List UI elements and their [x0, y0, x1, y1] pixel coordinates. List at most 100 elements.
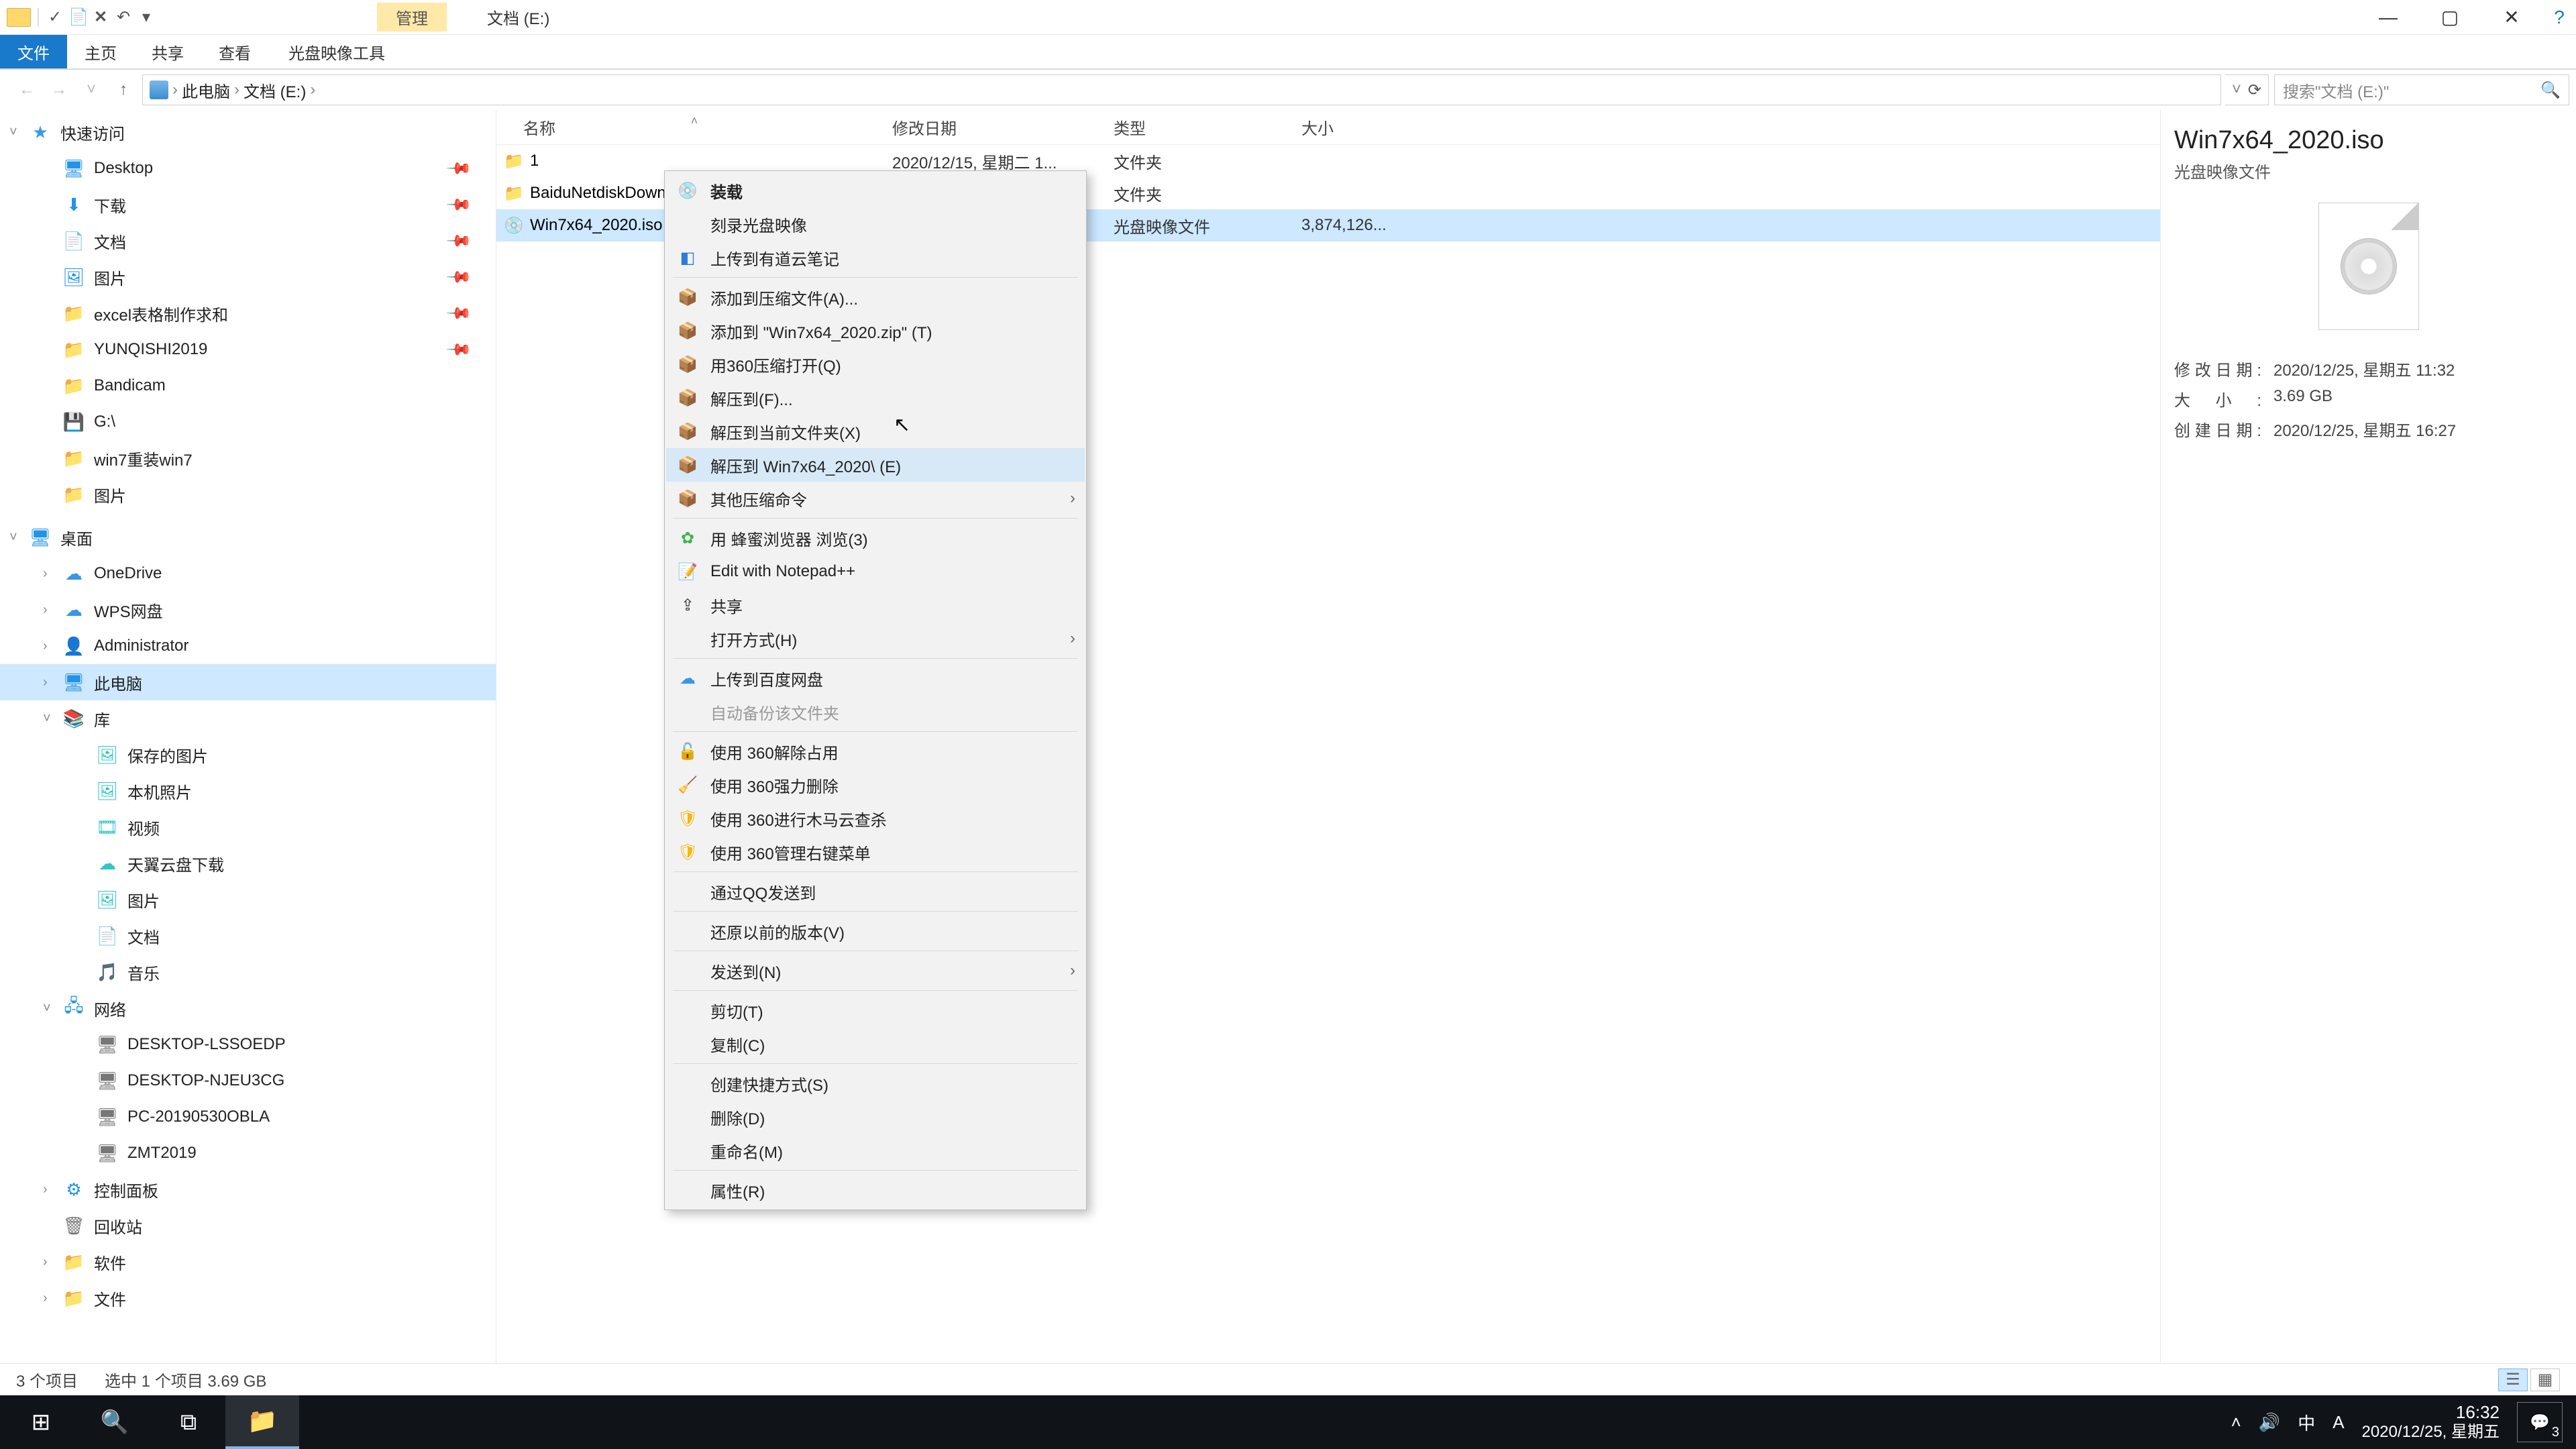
tree-recycle-bin[interactable]: 🗑回收站: [0, 1208, 496, 1244]
search-icon[interactable]: 🔍: [2540, 80, 2561, 100]
tree-network-pc2[interactable]: 🖥DESKTOP-NJEU3CG: [0, 1063, 496, 1099]
column-size[interactable]: 大小: [1301, 115, 1449, 139]
tree-software[interactable]: ›📁软件: [0, 1244, 496, 1280]
column-name[interactable]: ˄名称: [496, 115, 892, 139]
ctx-add-zip[interactable]: 📦添加到 "Win7x64_2020.zip" (T): [666, 314, 1085, 347]
tree-pictures[interactable]: 🖼图片📌: [0, 259, 496, 295]
refresh-button[interactable]: ⟳: [2248, 80, 2261, 100]
tree-pictures3[interactable]: 🖼图片: [0, 881, 496, 918]
ctx-cut[interactable]: 剪切(T): [666, 994, 1085, 1027]
tree-network-pc1[interactable]: 🖥DESKTOP-LSSOEDP: [0, 1026, 496, 1063]
ctx-other-zip[interactable]: 📦其他压缩命令›: [666, 482, 1085, 515]
tree-tianyi[interactable]: ☁天翼云盘下载: [0, 845, 496, 881]
ctx-send-to[interactable]: 发送到(N)›: [666, 954, 1085, 987]
ctx-copy[interactable]: 复制(C): [666, 1027, 1085, 1061]
ctx-delete[interactable]: 删除(D): [666, 1100, 1085, 1134]
ctx-360-force-delete[interactable]: 🧹使用 360强力删除: [666, 768, 1085, 802]
tree-saved-pictures[interactable]: 🖼保存的图片: [0, 737, 496, 773]
tree-videos[interactable]: 🎞视频: [0, 809, 496, 845]
tree-pictures2[interactable]: 📁图片: [0, 476, 496, 513]
ctx-notepadpp[interactable]: 📝Edit with Notepad++: [666, 555, 1085, 588]
file-list-pane[interactable]: ˄名称 修改日期 类型 大小 📁 1 2020/12/15, 星期二 1... …: [496, 110, 2160, 1363]
tree-desktop-root[interactable]: ˅🖥桌面: [0, 519, 496, 555]
column-type[interactable]: 类型: [1114, 115, 1301, 139]
qat-customize-icon[interactable]: ▾: [137, 7, 156, 27]
tree-network[interactable]: ˅🖧网络: [0, 990, 496, 1026]
nav-history-dropdown[interactable]: ˅: [78, 76, 105, 103]
tree-documents[interactable]: 📄文档📌: [0, 223, 496, 259]
tree-onedrive[interactable]: ›☁OneDrive: [0, 555, 496, 592]
column-headers[interactable]: ˄名称 修改日期 类型 大小: [496, 110, 2160, 145]
breadcrumb-dropdown-icon[interactable]: ˅: [2232, 80, 2241, 99]
ctx-rename[interactable]: 重命名(M): [666, 1134, 1085, 1167]
qat-delete-icon[interactable]: ✕: [91, 7, 110, 27]
breadcrumb-location[interactable]: 文档 (E:): [244, 78, 306, 102]
taskbar-search-button[interactable]: 🔍: [78, 1395, 152, 1449]
tray-ime-mode[interactable]: A: [2332, 1412, 2344, 1433]
tree-downloads[interactable]: ⬇下载📌: [0, 186, 496, 223]
tab-view[interactable]: 查看: [201, 35, 268, 68]
ctx-mount[interactable]: 💿装载: [666, 174, 1085, 207]
task-view-button[interactable]: ⧉: [152, 1395, 225, 1449]
qat-undo-icon[interactable]: ↶: [114, 7, 133, 27]
qat-properties-icon[interactable]: ✓: [46, 7, 64, 27]
maximize-button[interactable]: ▢: [2419, 0, 2481, 35]
ctx-qq-send[interactable]: 通过QQ发送到: [666, 875, 1085, 908]
nav-up-button[interactable]: ↑: [110, 76, 137, 103]
ctx-360-unlock[interactable]: 🔓使用 360解除占用: [666, 735, 1085, 768]
tree-yunqishi[interactable]: 📁YUNQISHI2019📌: [0, 331, 496, 368]
ctx-extract-named[interactable]: 📦解压到 Win7x64_2020\ (E): [666, 448, 1085, 482]
ctx-properties[interactable]: 属性(R): [666, 1173, 1085, 1207]
notification-center-button[interactable]: 💬 3: [2517, 1402, 2563, 1442]
tree-administrator[interactable]: ›👤Administrator: [0, 628, 496, 664]
search-box[interactable]: 搜索"文档 (E:)" 🔍: [2274, 74, 2569, 105]
ctx-add-archive[interactable]: 📦添加到压缩文件(A)...: [666, 280, 1085, 314]
tree-local-photos[interactable]: 🖼本机照片: [0, 773, 496, 809]
nav-forward-button[interactable]: →: [46, 76, 72, 103]
taskbar[interactable]: ⊞ 🔍 ⧉ 📁 ˄ 🔊 中 A 16:32 2020/12/25, 星期五 💬 …: [0, 1395, 2576, 1449]
nav-back-button[interactable]: ←: [13, 76, 40, 103]
tree-libraries[interactable]: ˅📚库: [0, 700, 496, 737]
view-icons-button[interactable]: ▦: [2530, 1368, 2560, 1391]
tab-share[interactable]: 共享: [134, 35, 201, 68]
ctx-restore-previous[interactable]: 还原以前的版本(V): [666, 914, 1085, 948]
tab-file[interactable]: 文件: [0, 35, 67, 68]
ctx-baidu-upload[interactable]: ☁上传到百度网盘: [666, 661, 1085, 695]
context-tab-manage[interactable]: 管理: [377, 3, 447, 32]
tree-control-panel[interactable]: ›⚙控制面板: [0, 1171, 496, 1208]
help-button[interactable]: ?: [2542, 0, 2576, 35]
tray-ime-button[interactable]: 中: [2298, 1410, 2315, 1435]
ctx-open-360zip[interactable]: 📦用360压缩打开(Q): [666, 347, 1085, 381]
tree-wps[interactable]: ›☁WPS网盘: [0, 592, 496, 628]
column-date[interactable]: 修改日期: [892, 115, 1114, 139]
ctx-create-shortcut[interactable]: 创建快捷方式(S): [666, 1067, 1085, 1100]
tree-network-pc4[interactable]: 🖥ZMT2019: [0, 1135, 496, 1171]
ctx-youdao[interactable]: ◧上传到有道云笔记: [666, 241, 1085, 274]
tray-volume-icon[interactable]: 🔊: [2259, 1412, 2280, 1433]
tree-desktop[interactable]: 🖥Desktop📌: [0, 150, 496, 186]
tab-home[interactable]: 主页: [67, 35, 134, 68]
tree-gdrive[interactable]: 💾G:\: [0, 404, 496, 440]
tree-quick-access[interactable]: ˅★快速访问: [0, 114, 496, 150]
ctx-share[interactable]: ⇪共享: [666, 588, 1085, 622]
tree-bandicam[interactable]: 📁Bandicam: [0, 368, 496, 404]
minimize-button[interactable]: —: [2357, 0, 2419, 35]
start-button[interactable]: ⊞: [4, 1395, 78, 1449]
breadcrumb-bar[interactable]: › 此电脑 › 文档 (E:) ›: [142, 74, 2221, 105]
taskbar-clock[interactable]: 16:32 2020/12/25, 星期五: [2362, 1403, 2500, 1441]
tree-win7reinstall[interactable]: 📁win7重装win7: [0, 440, 496, 476]
qat-new-folder-icon[interactable]: 📄: [68, 7, 87, 27]
tree-music[interactable]: 🎵音乐: [0, 954, 496, 990]
ctx-360-trojan-scan[interactable]: 🛡使用 360进行木马云查杀: [666, 802, 1085, 835]
view-details-button[interactable]: ☰: [2498, 1368, 2528, 1391]
tree-network-pc3[interactable]: 🖥PC-20190530OBLA: [0, 1099, 496, 1135]
tree-documents2[interactable]: 📄文档: [0, 918, 496, 954]
tree-files[interactable]: ›📁文件: [0, 1280, 496, 1316]
tray-overflow-button[interactable]: ˄: [2231, 1412, 2241, 1433]
close-button[interactable]: ✕: [2481, 0, 2542, 35]
breadcrumb-this-pc[interactable]: 此电脑: [182, 78, 230, 102]
ctx-extract-here[interactable]: 📦解压到当前文件夹(X): [666, 415, 1085, 448]
tree-excel-folder[interactable]: 📁excel表格制作求和📌: [0, 295, 496, 331]
ctx-open-with[interactable]: 打开方式(H)›: [666, 622, 1085, 655]
tab-disc-tools[interactable]: 光盘映像工具: [271, 35, 402, 68]
